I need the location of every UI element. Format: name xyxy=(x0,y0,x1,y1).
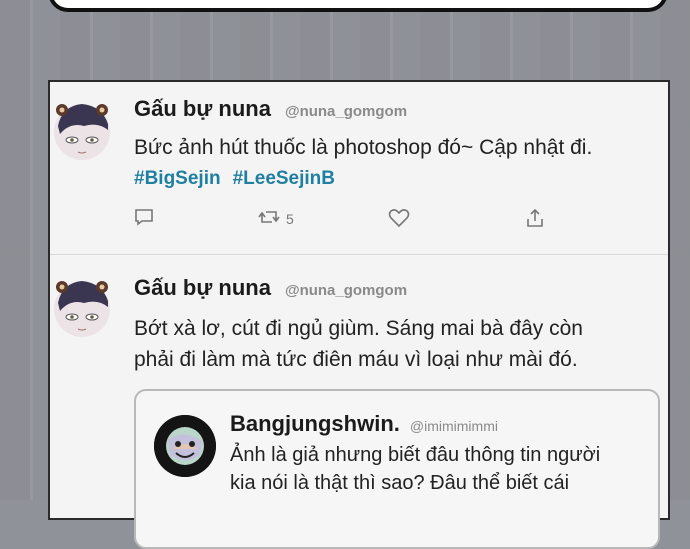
tweet-text-line: phải đi làm mà tức điên máu vì loại như … xyxy=(134,348,578,371)
quoted-text-line: Ảnh là giả nhưng biết đâu thông tin ngườ… xyxy=(230,444,601,466)
tweet-actions: 5 xyxy=(134,208,554,230)
author-name[interactable]: Gấu bự nuna xyxy=(134,275,271,301)
heart-icon xyxy=(388,208,410,231)
hashtag[interactable]: #LeeSejinB xyxy=(233,168,335,190)
avatar[interactable] xyxy=(54,96,110,168)
share-button[interactable] xyxy=(526,208,544,231)
tweet-header: Gấu bự nuna @nuna_gomgom xyxy=(134,96,407,122)
quoted-author-handle[interactable]: @imimimimmi xyxy=(410,418,498,434)
tweet-text: Bức ảnh hút thuốc là photoshop đó~ Cập n… xyxy=(134,136,593,159)
quoted-header: Bangjungshwin. @imimimimmi xyxy=(230,411,498,437)
share-icon xyxy=(526,208,544,231)
author-handle[interactable]: @nuna_gomgom xyxy=(285,103,407,120)
author-handle[interactable]: @nuna_gomgom xyxy=(285,282,407,299)
avatar[interactable] xyxy=(54,273,110,345)
tweet-header: Gấu bự nuna @nuna_gomgom xyxy=(134,275,407,301)
quoted-tweet[interactable]: Bangjungshwin. @imimimimmi Ảnh là giả nh… xyxy=(134,389,660,549)
tweet-text-line: Bớt xà lơ, cút đi ngủ giùm. Sáng mai bà … xyxy=(134,317,583,340)
tweet-text: Bớt xà lơ, cút đi ngủ giùm. Sáng mai bà … xyxy=(134,313,654,375)
hashtags: #BigSejin #LeeSejinB xyxy=(134,168,335,190)
tweet: Gấu bự nuna @nuna_gomgom Bớt xà lơ, cút … xyxy=(50,254,668,549)
top-bar xyxy=(48,0,668,12)
retweet-button[interactable]: 5 xyxy=(258,208,294,229)
like-button[interactable] xyxy=(388,208,410,231)
quoted-author-name[interactable]: Bangjungshwin. xyxy=(230,411,400,437)
author-name[interactable]: Gấu bự nuna xyxy=(134,96,271,122)
retweet-icon xyxy=(258,208,280,229)
reply-button[interactable] xyxy=(134,208,154,229)
quoted-text: Ảnh là giả nhưng biết đâu thông tin ngườ… xyxy=(230,441,650,497)
hashtag[interactable]: #BigSejin xyxy=(134,168,221,190)
retweet-count: 5 xyxy=(286,210,294,227)
quoted-text-line: kia nói là thật thì sao? Đâu thể biết cá… xyxy=(230,472,570,494)
quoted-avatar[interactable] xyxy=(154,415,216,477)
tweet-card: Gấu bự nuna @nuna_gomgom Bức ảnh hút thu… xyxy=(48,80,670,549)
reply-icon xyxy=(134,208,154,229)
tweet: Gấu bự nuna @nuna_gomgom Bức ảnh hút thu… xyxy=(50,82,668,254)
